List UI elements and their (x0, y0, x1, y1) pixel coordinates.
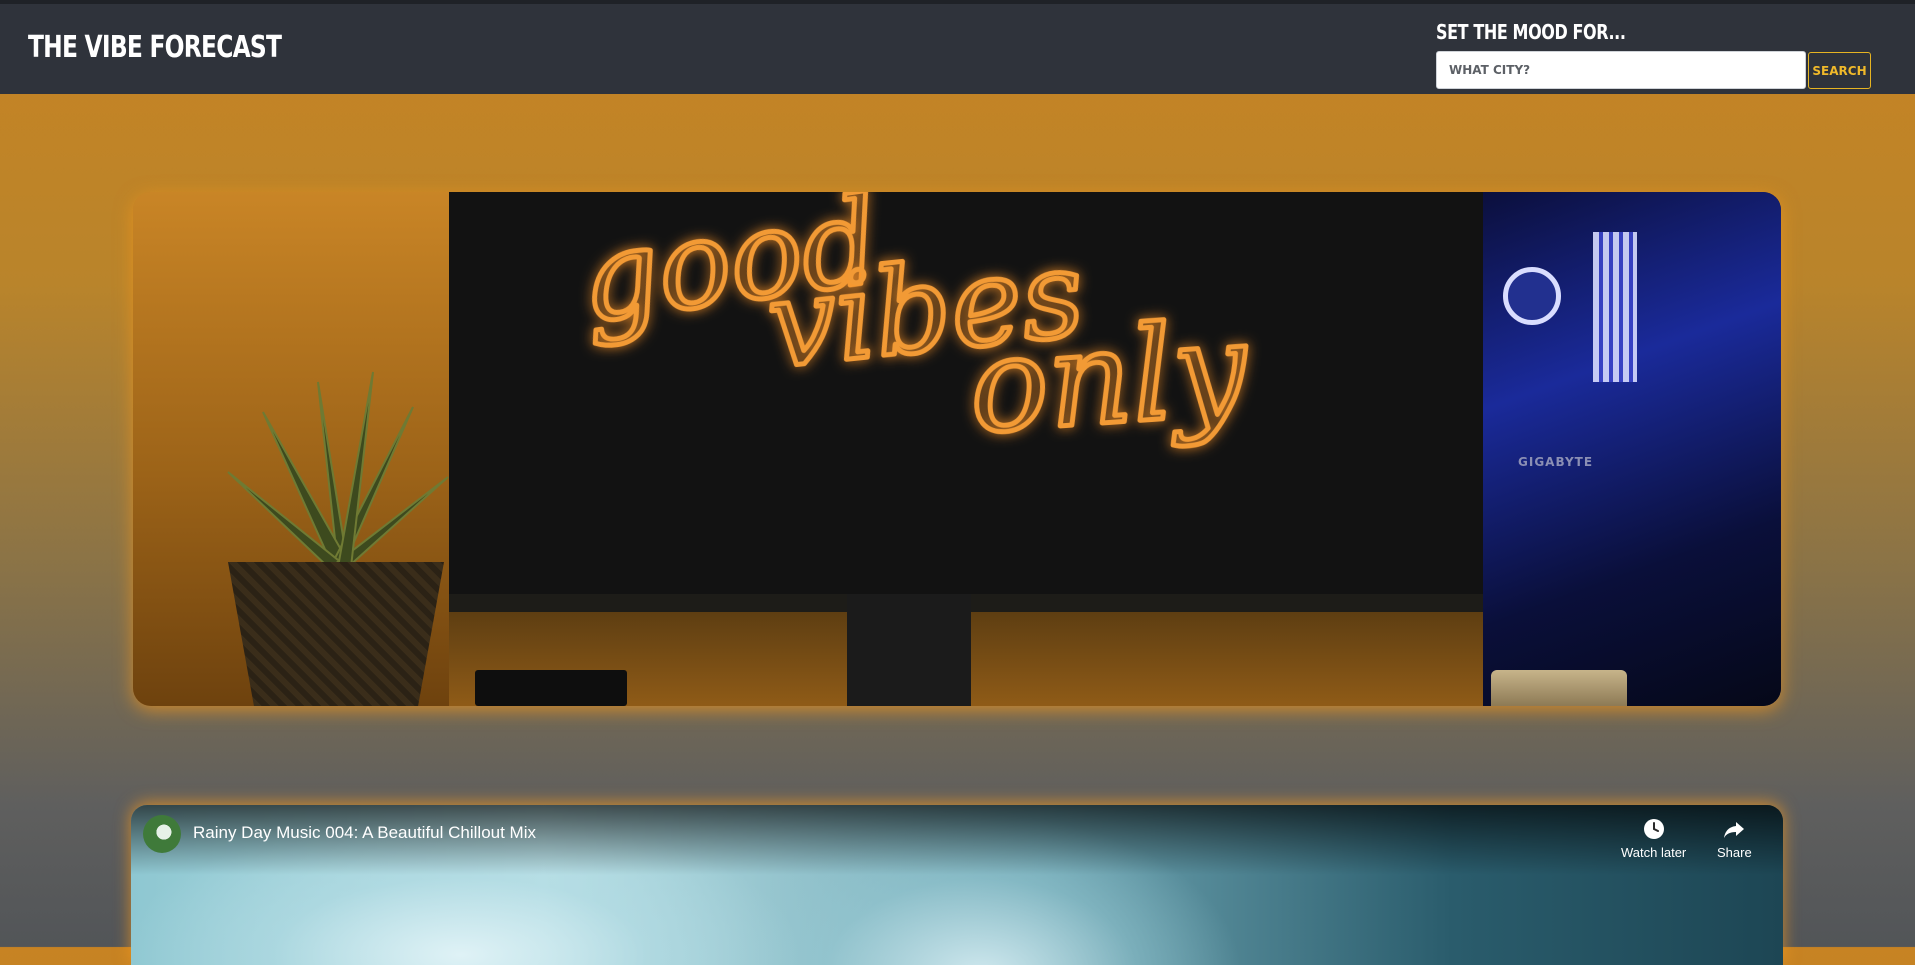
neon-word-3: only (965, 292, 1253, 463)
video-player[interactable]: Rainy Day Music 004: A Beautiful Chillou… (131, 805, 1783, 965)
mood-label: SET THE MOOD FOR... (1436, 20, 1626, 44)
share-label: Share (1717, 845, 1752, 860)
site-title: THE VIBE FORECAST (28, 30, 282, 65)
search-button[interactable]: SEARCH (1808, 52, 1871, 89)
navbar: THE VIBE FORECAST SET THE MOOD FOR... SE… (0, 4, 1915, 94)
video-title[interactable]: Rainy Day Music 004: A Beautiful Chillou… (193, 823, 536, 843)
clock-icon (1643, 819, 1664, 839)
neon-sign: good vibes only (570, 192, 1255, 465)
channel-avatar[interactable] (143, 815, 181, 853)
city-search-input[interactable] (1436, 51, 1806, 89)
watch-later-label: Watch later (1621, 845, 1687, 860)
watch-later-button[interactable]: Watch later (1621, 817, 1686, 860)
share-icon (1724, 822, 1745, 838)
share-button[interactable]: Share (1717, 817, 1752, 860)
hero-image: GIGABYTE good vibes only (133, 192, 1781, 706)
